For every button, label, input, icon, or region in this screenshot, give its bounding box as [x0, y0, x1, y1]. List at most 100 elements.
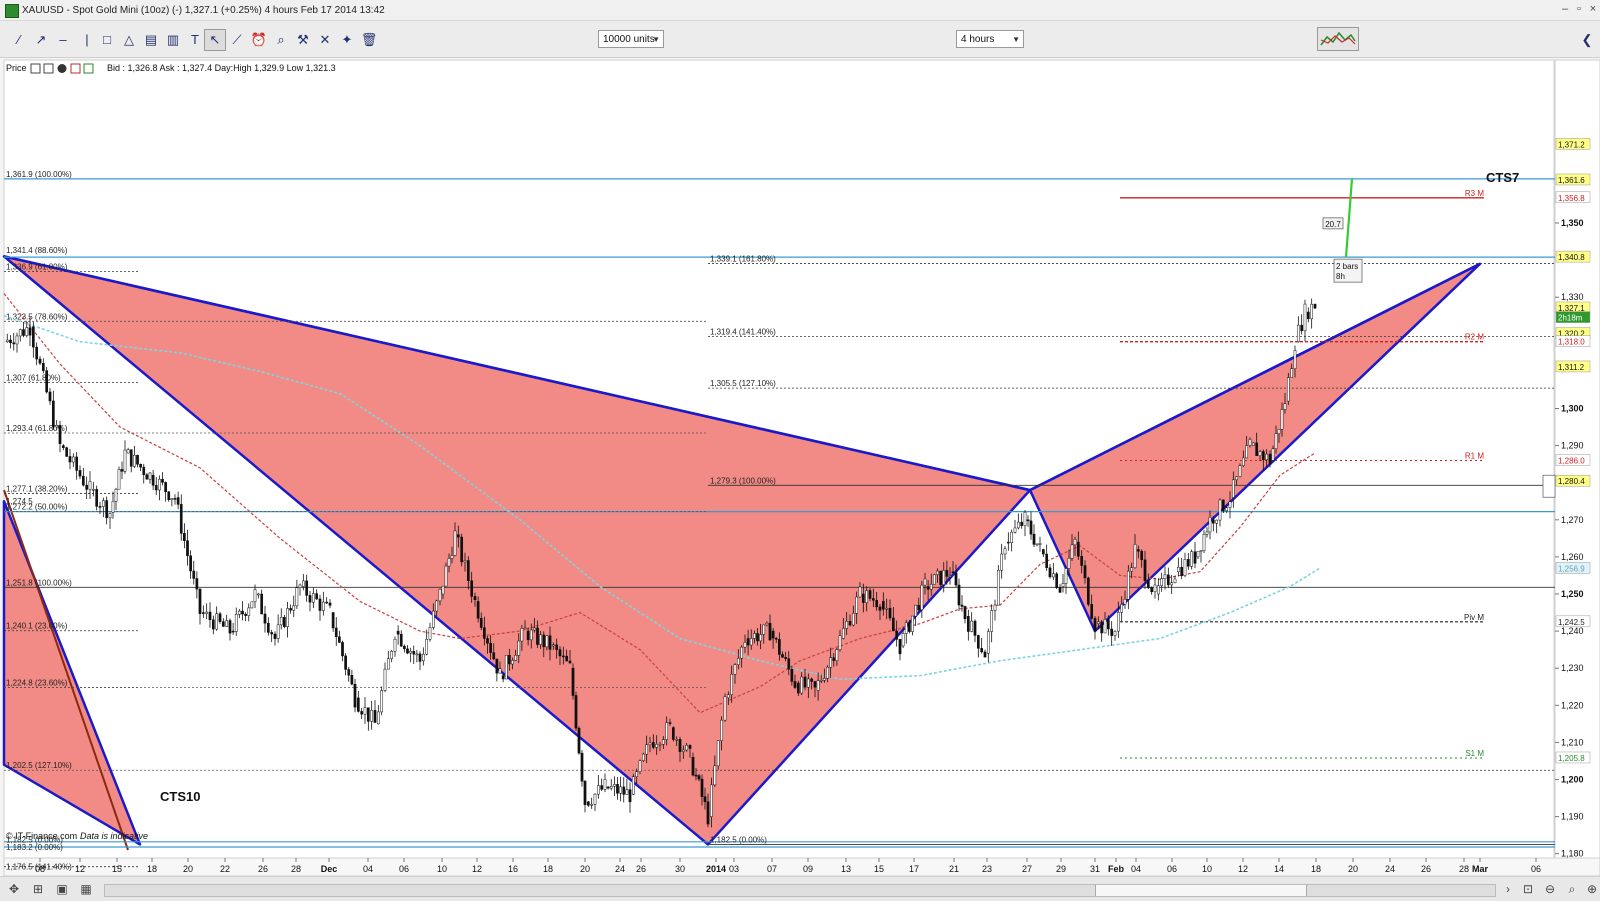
panel-toggle-icon[interactable]: ❮	[1576, 29, 1598, 51]
candle-body	[1058, 587, 1062, 593]
ray-icon[interactable]: ↗	[30, 29, 52, 51]
text-icon[interactable]: T	[184, 29, 206, 51]
close-icon[interactable]: ×	[1586, 3, 1600, 16]
fibonacci-icon[interactable]: ▤	[140, 29, 162, 51]
candle-body	[983, 651, 987, 658]
zoom-in-icon[interactable]: ⊕	[1584, 881, 1600, 897]
pattern-icon[interactable]: ✕	[314, 29, 336, 51]
zoom-reset-icon[interactable]: ⌕	[1564, 881, 1580, 897]
wizard-icon[interactable]: ✦	[336, 29, 358, 51]
candle-body	[238, 610, 241, 615]
trash-icon[interactable]: 🗑	[358, 29, 380, 51]
candle-body	[1215, 519, 1219, 524]
candle-body	[1199, 550, 1203, 552]
zoom-fit-icon[interactable]: ⊡	[1520, 881, 1536, 897]
candle-body	[301, 580, 305, 587]
scroll-right-icon[interactable]: ›	[1500, 881, 1516, 897]
remove-icon[interactable]	[57, 64, 67, 73]
pattern-label-cts7: CTS7	[1486, 170, 1519, 185]
candle-body	[45, 370, 49, 393]
candle-body	[1041, 549, 1045, 555]
x-tick-label: 31	[1090, 864, 1100, 874]
pivot-label: R1 M	[1465, 451, 1484, 460]
triangle-icon[interactable]: △	[118, 29, 140, 51]
candle-body	[136, 454, 139, 465]
candle-body	[781, 654, 784, 658]
ruler-icon[interactable]: ⟋	[226, 29, 248, 51]
candle-body	[1173, 578, 1177, 583]
candle-body	[613, 784, 616, 787]
save-icon[interactable]: ▣	[54, 881, 70, 897]
candle-body	[838, 635, 842, 650]
y-tick-label: 1,260	[1561, 552, 1584, 562]
interval-select[interactable]: 4 hours ▼	[956, 30, 1024, 48]
vertical-line-icon[interactable]: |	[76, 29, 98, 51]
hammer-icon[interactable]: ⚒	[292, 29, 314, 51]
drag-hand-icon[interactable]: ✥	[6, 881, 22, 897]
candle-body	[571, 667, 575, 696]
candle-body	[12, 342, 16, 345]
candle-body	[366, 707, 370, 722]
candle-body	[1080, 556, 1084, 566]
minimize-icon[interactable]: –	[1558, 3, 1572, 16]
candle-body	[276, 624, 280, 639]
candle-body	[917, 604, 921, 611]
candle-body	[101, 500, 105, 507]
candle-body	[548, 635, 552, 650]
indicator-chart-icon[interactable]	[1317, 27, 1359, 51]
channel-icon[interactable]: ▥	[162, 29, 184, 51]
trendline-icon[interactable]: ⁄	[8, 29, 30, 51]
candle-body	[697, 775, 701, 780]
candle-body	[495, 658, 499, 674]
rectangle-icon[interactable]: □	[96, 29, 118, 51]
candle-body	[148, 472, 152, 480]
price-chart[interactable]: 1,361.9 (100.00%) 1,341.4 (88.60%) 1,336.9…	[0, 58, 1600, 901]
candle-body	[609, 785, 613, 789]
candle-body	[716, 740, 720, 767]
alarm-icon[interactable]: ⏰	[248, 29, 270, 51]
time-scrollbar: ✥ ⊞ ▣ ▦ › ⊡ ⊖ ⌕ ⊕	[0, 876, 1600, 901]
zoom-out-icon[interactable]: ⊖	[1542, 881, 1558, 897]
candle-body	[851, 613, 855, 626]
candle-body	[91, 488, 95, 491]
crosshair-icon[interactable]: ⊞	[30, 881, 46, 897]
candle-body	[18, 329, 22, 337]
candle-body	[596, 785, 600, 795]
candle-body	[1186, 559, 1190, 567]
x-tick-label: 27	[1022, 864, 1032, 874]
candle-body	[170, 498, 174, 500]
zoom-icon[interactable]: ⌕	[270, 29, 292, 51]
candle-body	[565, 655, 569, 662]
candle-body	[733, 664, 737, 675]
candle-body	[904, 622, 908, 634]
candle-body	[298, 584, 302, 588]
scroll-thumb[interactable]	[1095, 885, 1307, 896]
scroll-track[interactable]	[104, 884, 1496, 897]
candle-body	[1261, 451, 1265, 461]
candle-body	[1048, 567, 1052, 578]
candle-body	[71, 456, 75, 463]
candle-body	[923, 578, 927, 586]
candle-body	[829, 657, 832, 668]
layout-icon[interactable]: ▦	[78, 881, 94, 897]
y-tick-label: 1,200	[1561, 775, 1584, 785]
price-badge-label: 1,280.4	[1558, 477, 1585, 486]
candle-body	[990, 610, 994, 632]
candle-body	[720, 719, 723, 741]
candle-body	[898, 639, 902, 655]
restore-icon[interactable]: ▫	[1572, 3, 1586, 16]
candle-body	[661, 739, 665, 745]
candle-body	[247, 607, 251, 616]
candle-body	[888, 607, 892, 619]
candle-body	[463, 560, 467, 563]
fib-level-label: 1,182.5 (0.00%)	[710, 835, 767, 844]
candle-body	[619, 786, 622, 794]
horizontal-line-icon[interactable]: –	[52, 29, 74, 51]
candle-body	[574, 695, 578, 729]
units-select[interactable]: 10000 units ▼	[598, 30, 664, 48]
x-tick-label: 12	[472, 864, 482, 874]
candle-body	[622, 786, 626, 795]
candle-body	[688, 745, 692, 749]
candle-body	[438, 588, 442, 602]
pointer-icon[interactable]: ↖	[204, 29, 226, 51]
